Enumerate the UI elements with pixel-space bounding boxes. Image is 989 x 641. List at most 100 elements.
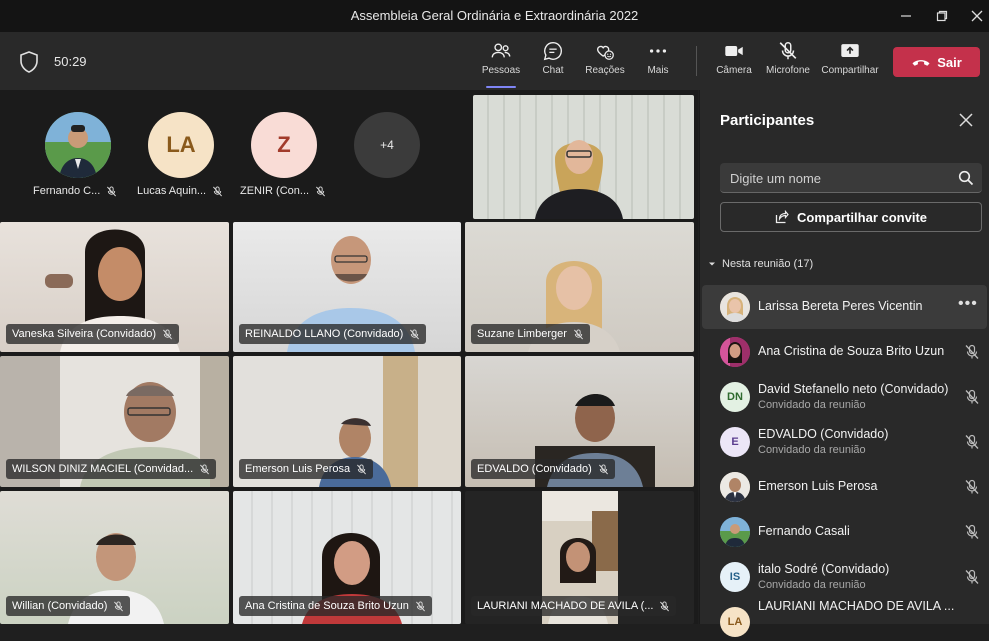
participant-avatar	[720, 292, 750, 322]
participant-row[interactable]: DN David Stefanello neto (Convidado) Con…	[702, 375, 987, 419]
tile-name-tag: WILSON DINIZ MACIEL (Convidad...	[6, 459, 217, 479]
avatar-name-lucas: Lucas Aquin...	[137, 185, 223, 197]
video-tile-emerson[interactable]: Emerson Luis Perosa	[233, 356, 461, 487]
participant-row[interactable]: Emerson Luis Perosa	[702, 465, 987, 509]
participant-avatar	[720, 472, 750, 502]
participant-row[interactable]: LA LAURIANI MACHADO DE AVILA ...	[702, 597, 987, 641]
section-label: Nesta reunião (17)	[722, 258, 814, 270]
video-tile-wilson[interactable]: WILSON DINIZ MACIEL (Convidad...	[0, 356, 229, 487]
panel-title: Participantes	[720, 112, 815, 129]
tile-name-tag: Ana Cristina de Souza Brito Uzun	[239, 596, 432, 616]
mic-muted-icon	[163, 328, 173, 339]
mic-muted-icon	[965, 479, 979, 494]
maximize-button[interactable]	[927, 4, 957, 28]
hang-up-icon	[912, 60, 930, 66]
close-panel-icon[interactable]	[956, 110, 976, 130]
mic-off-icon	[779, 42, 797, 60]
video-tile-featured[interactable]	[473, 95, 694, 219]
title-bar: Assembleia Geral Ordinária e Extraordiná…	[0, 0, 989, 32]
participants-panel: Participantes Compartilhar convite Nesta…	[699, 90, 989, 637]
participant-name: Larissa Bereta Peres Vicentin	[758, 299, 923, 313]
participant-photo-icon	[720, 472, 750, 502]
reactions-button[interactable]: Reações	[577, 40, 633, 84]
participant-row[interactable]: Larissa Bereta Peres Vicentin •••	[702, 285, 987, 329]
participant-row[interactable]: Ana Cristina de Souza Brito Uzun	[702, 330, 987, 374]
video-tile-vaneska[interactable]: Vaneska Silveira (Convidado)	[0, 222, 229, 352]
more-options-icon[interactable]: •••	[958, 295, 978, 313]
meeting-toolbar: 50:29 Pessoas Chat Reações Mais Câmera M…	[0, 32, 989, 90]
video-tile-lauriani[interactable]: LAURIANI MACHADO DE AVILA (...	[465, 491, 694, 624]
participant-avatar: IS	[720, 562, 750, 592]
participant-name: LAURIANI MACHADO DE AVILA ...	[758, 599, 955, 613]
chat-label: Chat	[542, 65, 564, 76]
mic-muted-icon	[415, 600, 425, 611]
video-tile-reinaldo[interactable]: REINALDO LLANO (Convidado)	[233, 222, 461, 352]
tile-name: Ana Cristina de Souza Brito Uzun	[245, 600, 409, 612]
participant-name: EDVALDO (Convidado)	[758, 427, 889, 441]
mic-muted-icon	[316, 185, 326, 196]
participant-role: Convidado da reunião	[758, 444, 866, 456]
avatar-lucas[interactable]: LA	[148, 112, 214, 178]
mic-muted-icon	[357, 463, 367, 474]
chevron-down-icon	[709, 262, 715, 266]
people-icon	[491, 43, 511, 58]
share-invite-icon	[775, 210, 789, 224]
participant-photo-icon	[720, 292, 750, 322]
participant-photo-icon	[720, 517, 750, 547]
more-button[interactable]: Mais	[630, 40, 686, 84]
tile-name-tag: Suzane Limberger	[471, 324, 590, 344]
tile-name-tag: REINALDO LLANO (Convidado)	[239, 324, 427, 344]
video-tile-edvaldo[interactable]: EDVALDO (Convidado)	[465, 356, 694, 487]
avatar-zenir[interactable]: Z	[251, 112, 317, 178]
chat-button[interactable]: Chat	[525, 40, 581, 84]
microphone-button[interactable]: Microfone	[760, 40, 816, 84]
mic-muted-icon	[598, 463, 608, 474]
tile-name: Emerson Luis Perosa	[245, 463, 351, 475]
avatar-fernando[interactable]	[45, 112, 111, 178]
avatar-name: Fernando C...	[33, 185, 101, 197]
video-tile-suzane[interactable]: Suzane Limberger	[465, 222, 694, 352]
close-icon	[971, 10, 983, 22]
minimize-button[interactable]	[891, 4, 921, 28]
tile-name: EDVALDO (Convidado)	[477, 463, 592, 475]
mic-muted-icon	[965, 389, 979, 404]
participant-search-input[interactable]	[720, 163, 950, 193]
participant-name: David Stefanello neto (Convidado)	[758, 382, 949, 396]
mic-muted-icon	[410, 328, 420, 339]
video-tile-willian[interactable]: Willian (Convidado)	[0, 491, 229, 624]
more-participants-avatar[interactable]: +4	[354, 112, 420, 178]
participant-name: Emerson Luis Perosa	[758, 479, 878, 493]
camera-label: Câmera	[716, 65, 752, 76]
participant-row[interactable]: IS italo Sodré (Convidado) Convidado da …	[702, 555, 987, 599]
share-button[interactable]: Compartilhar	[821, 40, 879, 84]
shield-icon[interactable]	[18, 50, 40, 74]
tile-name: Vaneska Silveira (Convidado)	[12, 328, 157, 340]
tile-name-tag: EDVALDO (Convidado)	[471, 459, 615, 479]
meeting-timer: 50:29	[54, 54, 87, 69]
mic-muted-icon	[660, 600, 670, 611]
leave-button[interactable]: Sair	[893, 47, 980, 77]
mic-muted-icon	[114, 600, 124, 611]
participant-row[interactable]: Fernando Casali	[702, 510, 987, 554]
camera-button[interactable]: Câmera	[706, 40, 762, 84]
participant-row[interactable]: E EDVALDO (Convidado) Convidado da reuni…	[702, 420, 987, 464]
video-tile-ana-cristina[interactable]: Ana Cristina de Souza Brito Uzun	[233, 491, 461, 624]
mic-muted-icon	[200, 463, 210, 474]
participant-name: Ana Cristina de Souza Brito Uzun	[758, 344, 945, 358]
search-icon[interactable]	[958, 170, 974, 186]
leave-label: Sair	[937, 54, 962, 70]
in-meeting-section-header[interactable]: Nesta reunião (17)	[708, 258, 813, 270]
participant-avatar	[720, 337, 750, 367]
people-button[interactable]: Pessoas	[473, 40, 529, 88]
tile-name: Willian (Convidado)	[12, 600, 108, 612]
participant-role: Convidado da reunião	[758, 579, 866, 591]
mic-muted-icon	[573, 328, 583, 339]
participant-name: Fernando Casali	[758, 524, 850, 538]
close-window-button[interactable]	[962, 4, 989, 28]
participant-avatar	[720, 517, 750, 547]
reactions-icon	[596, 45, 614, 60]
restore-icon	[936, 10, 948, 22]
participant-avatar: LA	[720, 607, 750, 637]
share-invite-button[interactable]: Compartilhar convite	[720, 202, 982, 232]
share-icon	[841, 44, 859, 57]
